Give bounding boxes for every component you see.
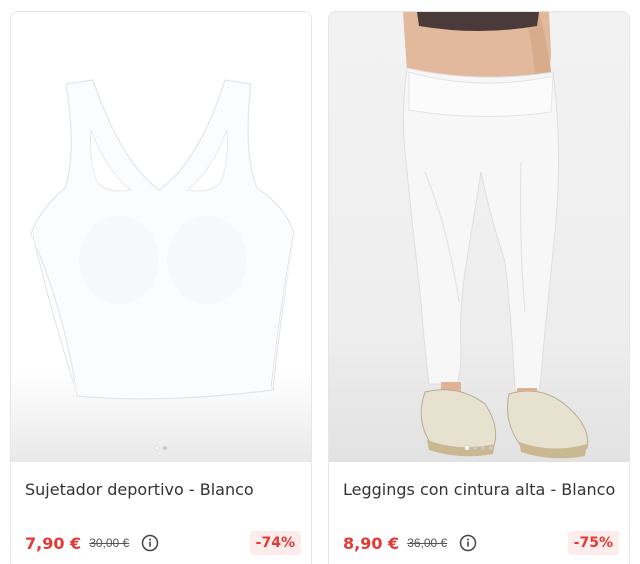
carousel-dots[interactable] [329,446,629,450]
discount-badge: -75% [567,531,619,555]
leggings-model-icon [402,12,589,459]
carousel-dot[interactable] [163,446,167,450]
product-grid: Sujetador deportivo - Blanco 7,90 € 30,0… [0,0,640,564]
product-card[interactable]: Sujetador deportivo - Blanco 7,90 € 30,0… [10,11,312,564]
carousel-dot-active[interactable] [155,446,159,450]
info-icon[interactable] [141,534,159,552]
current-price: 8,90 € [343,533,400,553]
original-price: 36,00 € [407,536,448,550]
sports-bra-icon [30,79,295,400]
product-title[interactable]: Leggings con cintura alta - Blanco [343,480,615,499]
product-title[interactable]: Sujetador deportivo - Blanco [25,480,254,499]
product-image[interactable] [329,12,629,462]
carousel-dot[interactable] [481,446,485,450]
carousel-dot[interactable] [473,446,477,450]
product-image[interactable] [11,12,311,462]
carousel-dot[interactable] [489,446,493,450]
product-card[interactable]: Leggings con cintura alta - Blanco 8,90 … [328,11,630,564]
carousel-dot-active[interactable] [465,446,469,450]
info-icon[interactable] [459,534,477,552]
carousel-dots[interactable] [11,446,311,450]
current-price: 7,90 € [25,533,82,553]
price-row: 8,90 € 36,00 € -75% [343,530,619,556]
original-price: 30,00 € [89,536,130,550]
price-row: 7,90 € 30,00 € -74% [25,530,301,556]
discount-badge: -74% [249,531,301,555]
